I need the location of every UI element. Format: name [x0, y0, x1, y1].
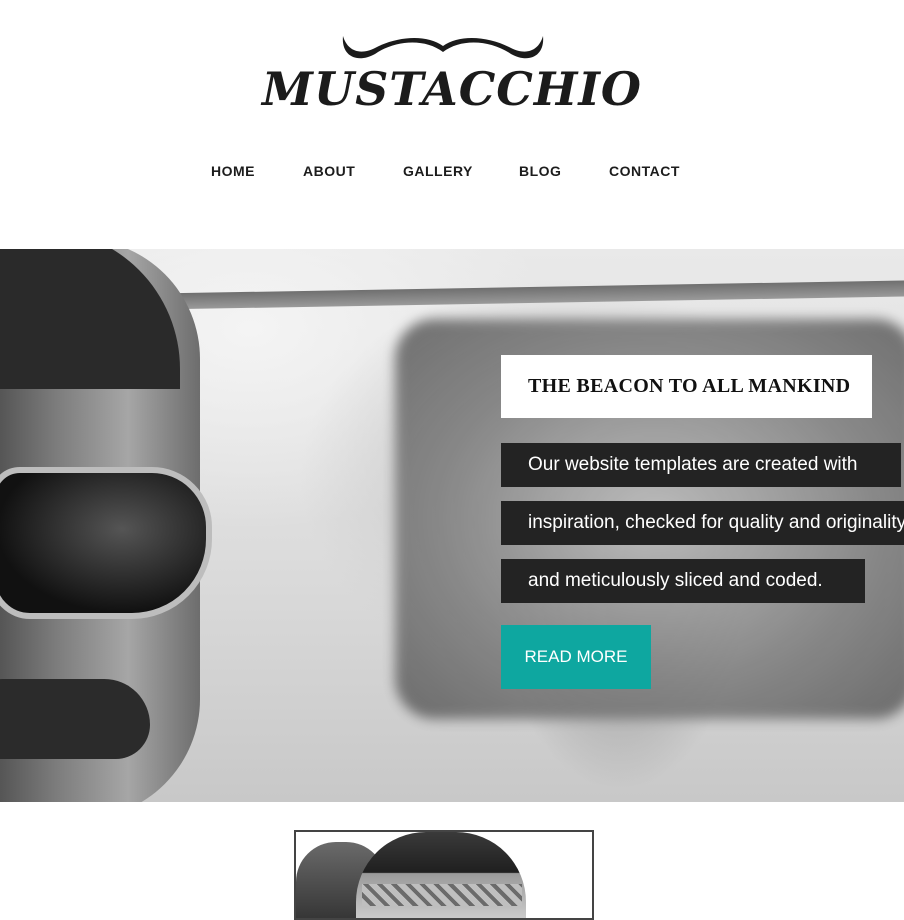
site-logo[interactable]: MUSTACCHIO	[0, 62, 904, 116]
hero-banner: THE BEACON TO ALL MANKIND Our website te…	[0, 249, 904, 802]
hat-band	[362, 884, 522, 906]
hero-text-line-2: inspiration, checked for quality and ori…	[501, 501, 904, 545]
hero-text-line-1: Our website templates are created with	[501, 443, 901, 487]
nav-gallery[interactable]: GALLERY	[403, 163, 473, 179]
hero-image-mustache	[0, 679, 150, 759]
hero-title: THE BEACON TO ALL MANKIND	[501, 355, 872, 418]
site-header: MUSTACCHIO	[0, 0, 904, 140]
hat-image-right	[356, 832, 526, 918]
nav-contact[interactable]: CONTACT	[609, 163, 680, 179]
read-more-button[interactable]: READ MORE	[501, 625, 651, 689]
featured-image-hats[interactable]	[294, 830, 594, 920]
hero-image-sunglasses	[0, 467, 212, 619]
main-nav: HOME ABOUT GALLERY BLOG CONTACT	[0, 163, 904, 183]
nav-about[interactable]: ABOUT	[303, 163, 355, 179]
hero-text-line-3: and meticulously sliced and coded.	[501, 559, 865, 603]
nav-blog[interactable]: BLOG	[519, 163, 561, 179]
nav-home[interactable]: HOME	[211, 163, 255, 179]
